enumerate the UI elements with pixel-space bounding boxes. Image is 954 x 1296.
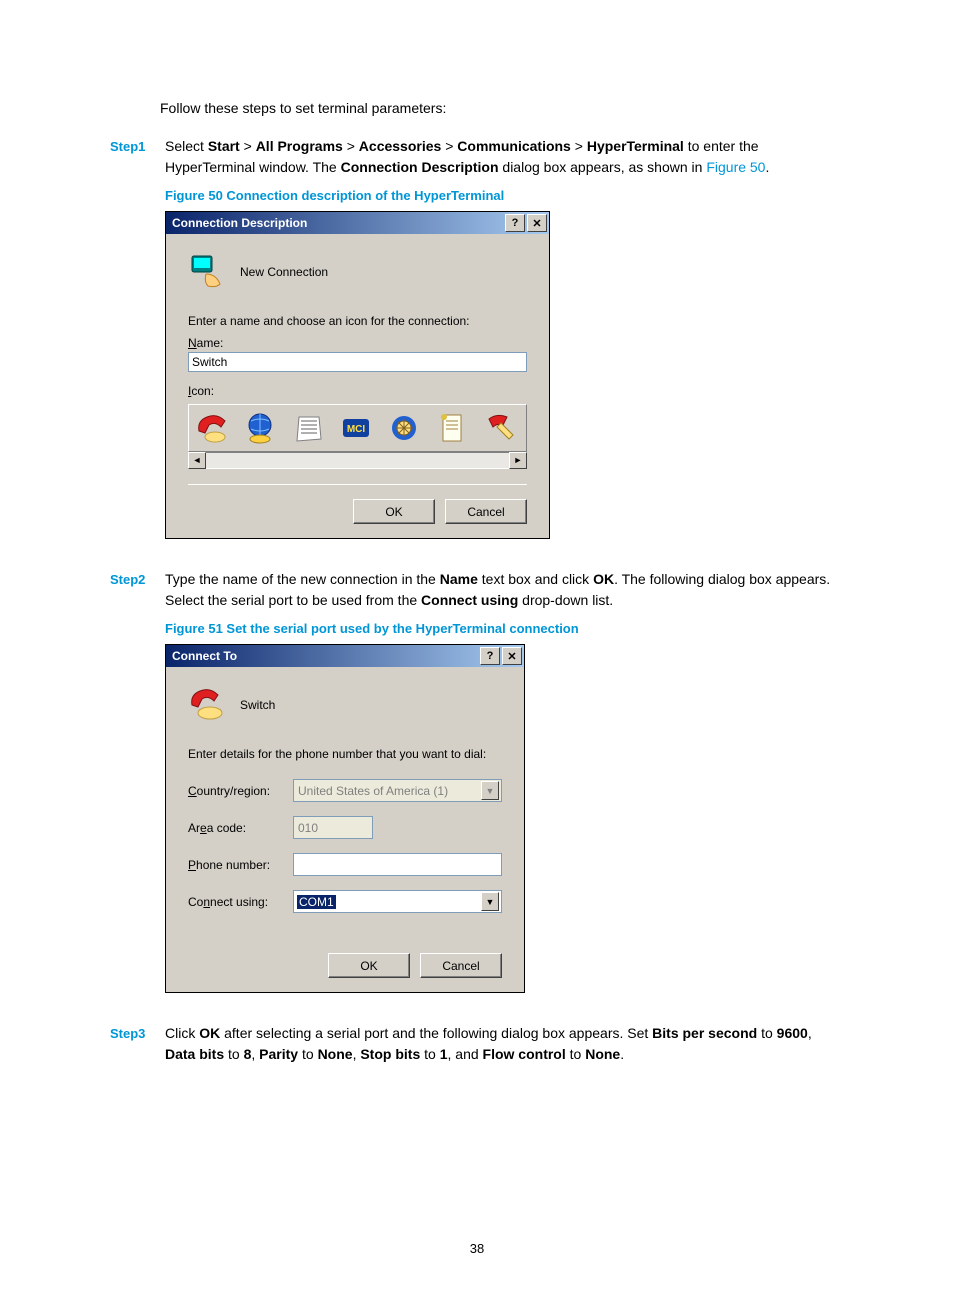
- phone-number-label: Phone number:: [188, 858, 293, 872]
- ok-button[interactable]: OK: [328, 953, 410, 978]
- phone-red-icon[interactable]: [195, 411, 229, 445]
- icon-picker[interactable]: MCI: [188, 404, 527, 452]
- dialog1-prompt: Enter a name and choose an icon for the …: [188, 314, 527, 328]
- cancel-button[interactable]: Cancel: [420, 953, 502, 978]
- dropdown-arrow-icon: ▼: [481, 781, 499, 800]
- name-input[interactable]: [188, 352, 527, 372]
- close-button[interactable]: ✕: [502, 647, 522, 665]
- dialog2-title: Connect To: [172, 649, 478, 663]
- icon-scrollbar[interactable]: ◄ ►: [188, 452, 527, 468]
- page-number: 38: [0, 1241, 954, 1256]
- step3-label: Step3: [110, 1026, 155, 1041]
- close-button[interactable]: ✕: [527, 214, 547, 232]
- step2-body: Type the name of the new connection in t…: [165, 569, 844, 611]
- area-code-label: Area code:: [188, 821, 293, 835]
- newspaper-icon[interactable]: [291, 411, 325, 445]
- scroll-right-button[interactable]: ►: [509, 452, 527, 469]
- connect-to-dialog: Connect To ? ✕ Switch Enter details for …: [165, 644, 525, 993]
- svg-text:MCI: MCI: [347, 424, 366, 435]
- gear-globe-icon[interactable]: [387, 411, 421, 445]
- step2: Step2 Type the name of the new connectio…: [110, 569, 844, 611]
- intro-text: Follow these steps to set terminal param…: [160, 100, 844, 116]
- scroll-left-button[interactable]: ◄: [188, 452, 206, 469]
- step3-body: Click OK after selecting a serial port a…: [165, 1023, 844, 1065]
- switch-header-icon: [188, 685, 228, 725]
- step1: Step1 Select Start > All Programs > Acce…: [110, 136, 844, 178]
- document-icon[interactable]: [435, 411, 469, 445]
- step1-body: Select Start > All Programs > Accessorie…: [165, 136, 844, 178]
- phone-red2-icon[interactable]: [483, 411, 517, 445]
- dialog2-header-text: Switch: [240, 698, 275, 712]
- connect-using-label: Connect using:: [188, 895, 293, 909]
- step2-label: Step2: [110, 572, 155, 587]
- ok-button[interactable]: OK: [353, 499, 435, 524]
- dialog1-titlebar: Connection Description ? ✕: [166, 212, 549, 234]
- figure-50-link[interactable]: Figure 50: [706, 159, 765, 175]
- dialog2-titlebar: Connect To ? ✕: [166, 645, 524, 667]
- figure-50-caption: Figure 50 Connection description of the …: [165, 188, 844, 203]
- mci-icon[interactable]: MCI: [339, 411, 373, 445]
- dialog1-header-text: New Connection: [240, 265, 328, 279]
- dropdown-arrow-icon[interactable]: ▼: [481, 892, 499, 911]
- globe-icon[interactable]: [243, 411, 277, 445]
- cancel-button[interactable]: Cancel: [445, 499, 527, 524]
- area-code-input: 010: [293, 816, 373, 839]
- step3: Step3 Click OK after selecting a serial …: [110, 1023, 844, 1065]
- connect-using-select[interactable]: COM1 ▼: [293, 890, 502, 913]
- dialog1-title: Connection Description: [172, 216, 503, 230]
- connection-description-dialog: Connection Description ? ✕ New Connectio…: [165, 211, 550, 539]
- help-button[interactable]: ?: [480, 647, 500, 665]
- name-label: Name:: [188, 336, 527, 350]
- help-button[interactable]: ?: [505, 214, 525, 232]
- step1-label: Step1: [110, 139, 155, 154]
- phone-number-input[interactable]: [293, 853, 502, 876]
- figure-51-caption: Figure 51 Set the serial port used by th…: [165, 621, 844, 636]
- connection-header-icon: [188, 252, 228, 292]
- icon-label: Icon:: [188, 384, 527, 398]
- country-label: Country/region:: [188, 784, 293, 798]
- dialog2-prompt: Enter details for the phone number that …: [188, 747, 502, 761]
- country-select: United States of America (1) ▼: [293, 779, 502, 802]
